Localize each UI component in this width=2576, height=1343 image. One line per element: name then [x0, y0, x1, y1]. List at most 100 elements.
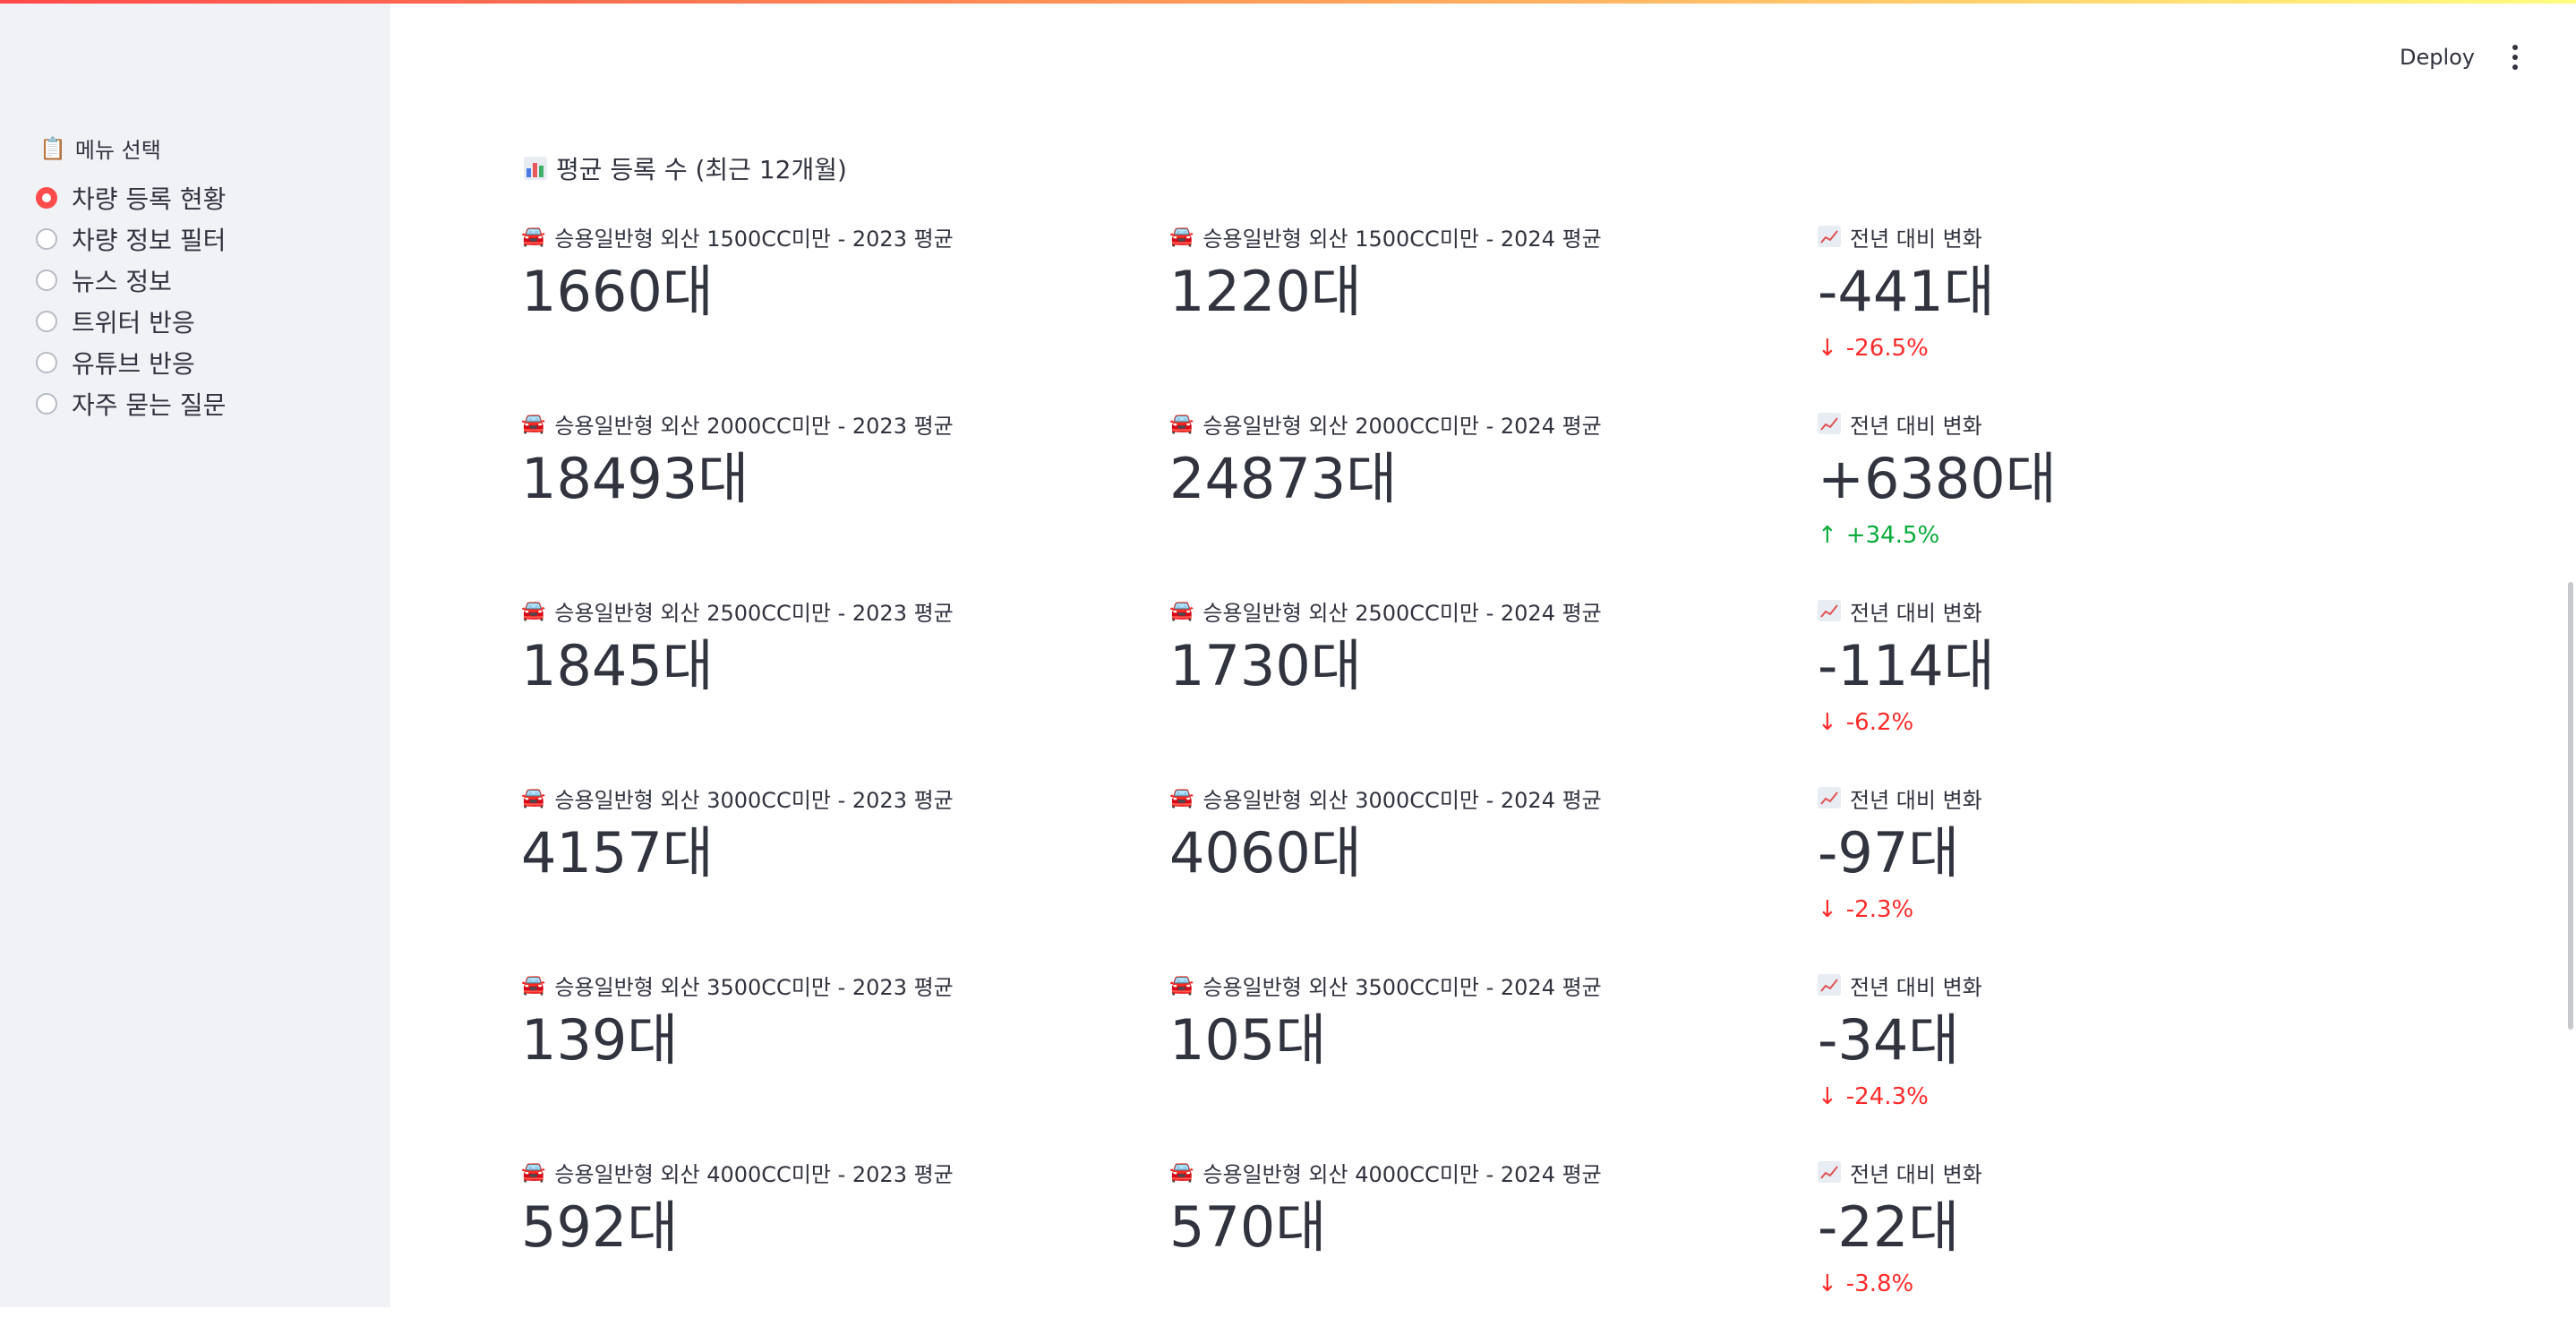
- metric-2024: 🚘 승용일반형 외산 2000CC미만 - 2024 평균 24873대: [1169, 407, 1796, 517]
- car-icon: 🚘: [521, 973, 546, 997]
- car-icon: 🚘: [521, 786, 546, 809]
- radio-button[interactable]: [36, 352, 57, 373]
- radio-label[interactable]: 차량 정보 필터: [72, 221, 226, 257]
- arrow-down-icon: ↓: [1818, 1083, 1837, 1110]
- metric-row: 🚘 승용일반형 외산 1500CC미만 - 2023 평균 1660대 🚘 승용일반…: [521, 220, 2491, 407]
- metric-value: 105대: [1169, 1007, 1327, 1073]
- bar-chart-icon: [524, 157, 547, 180]
- metric-2024: 🚘 승용일반형 외산 3000CC미만 - 2024 평균 4060대: [1169, 782, 1796, 891]
- radio-option-faq[interactable]: 자주 묻는 질문: [36, 383, 226, 424]
- radio-label[interactable]: 유튜브 반응: [72, 345, 195, 381]
- metric-label-text: 승용일반형 외산 1500CC미만 - 2024 평균: [1202, 226, 1602, 252]
- metric-label-text: 승용일반형 외산 2000CC미만 - 2023 평균: [554, 413, 954, 439]
- car-icon: 🚘: [1169, 599, 1194, 622]
- metric-label-text: 승용일반형 외산 3000CC미만 - 2023 평균: [554, 787, 954, 813]
- car-icon: 🚘: [521, 412, 546, 435]
- metric-delta: ↓ -26.5%: [1818, 335, 2444, 362]
- car-icon: 🚘: [1169, 973, 1194, 997]
- delta-text: -2.3%: [1845, 896, 1914, 923]
- metric-change: 전년 대비 변화 +6380대 ↑ +34.5%: [1818, 407, 2444, 549]
- metric-2023: 🚘 승용일반형 외산 1500CC미만 - 2023 평균 1660대: [521, 220, 1148, 329]
- metric-label-text: 승용일반형 외산 1500CC미만 - 2023 평균: [554, 226, 954, 252]
- metric-label-text: 전년 대비 변화: [1850, 974, 1982, 1000]
- metric-value: 139대: [521, 1007, 679, 1073]
- arrow-up-icon: ↑: [1818, 522, 1837, 549]
- radio-option-twitter[interactable]: 트위터 반응: [36, 301, 226, 342]
- chart-increasing-icon: [1818, 974, 1841, 996]
- metrics-grid: 🚘 승용일반형 외산 1500CC미만 - 2023 평균 1660대 🚘 승용일반…: [521, 220, 2491, 1343]
- chart-increasing-icon: [1818, 1161, 1841, 1183]
- sidebar-title-text: 메뉴 선택: [74, 138, 161, 163]
- metric-label-text: 전년 대비 변화: [1850, 413, 1982, 439]
- delta-text: -3.8%: [1845, 1270, 1914, 1297]
- metric-label-text: 승용일반형 외산 2000CC미만 - 2024 평균: [1202, 413, 1602, 439]
- metric-2024: 🚘 승용일반형 외산 3500CC미만 - 2024 평균 105대: [1169, 969, 1796, 1078]
- metric-row: 🚘 승용일반형 외산 4000CC미만 - 2023 평균 592대 🚘 승용일반형…: [521, 1156, 2491, 1343]
- clipboard-icon: 📋: [39, 135, 66, 161]
- metric-2023: 🚘 승용일반형 외산 3500CC미만 - 2023 평균 139대: [521, 969, 1148, 1078]
- menu-radio-group: 차량 등록 현황 차량 정보 필터 뉴스 정보 트위터 반응 유튜브 반응 자주…: [36, 177, 226, 424]
- metric-2024: 🚘 승용일반형 외산 2500CC미만 - 2024 평균 1730대: [1169, 595, 1796, 704]
- metric-label-text: 승용일반형 외산 3000CC미만 - 2024 평균: [1202, 787, 1602, 813]
- radio-option-filter[interactable]: 차량 정보 필터: [36, 218, 226, 260]
- main-menu-icon[interactable]: [2500, 39, 2530, 75]
- radio-label[interactable]: 뉴스 정보: [72, 262, 172, 298]
- car-icon: 🚘: [521, 1160, 546, 1184]
- metric-2024: 🚘 승용일반형 외산 4000CC미만 - 2024 평균 570대: [1169, 1156, 1796, 1265]
- metric-label-text: 전년 대비 변화: [1850, 1161, 1982, 1187]
- car-icon: 🚘: [1169, 1160, 1194, 1184]
- radio-label[interactable]: 자주 묻는 질문: [72, 386, 226, 422]
- metric-value: -34대: [1818, 1007, 1960, 1073]
- chart-increasing-icon: [1818, 600, 1841, 621]
- arrow-down-icon: ↓: [1818, 709, 1837, 736]
- metric-2023: 🚘 승용일반형 외산 4000CC미만 - 2023 평균 592대: [521, 1156, 1148, 1265]
- radio-button-checked[interactable]: [36, 187, 57, 209]
- sidebar: 📋 메뉴 선택 차량 등록 현황 차량 정보 필터 뉴스 정보 트위터 반응 유…: [0, 4, 390, 1307]
- metric-value: 1660대: [521, 259, 714, 324]
- metric-2024: 🚘 승용일반형 외산 1500CC미만 - 2024 평균 1220대: [1169, 220, 1796, 329]
- metric-value: -97대: [1818, 820, 1960, 885]
- metric-row: 🚘 승용일반형 외산 3500CC미만 - 2023 평균 139대 🚘 승용일반형…: [521, 969, 2491, 1156]
- metric-delta: ↑ +34.5%: [1818, 522, 2444, 549]
- delta-text: -24.3%: [1845, 1083, 1929, 1110]
- metric-change: 전년 대비 변화 -441대 ↓ -26.5%: [1818, 220, 2444, 362]
- car-icon: 🚘: [1169, 225, 1194, 248]
- metric-label-text: 승용일반형 외산 4000CC미만 - 2024 평균: [1202, 1161, 1602, 1187]
- chart-increasing-icon: [1818, 413, 1841, 434]
- radio-option-youtube[interactable]: 유튜브 반응: [36, 342, 226, 383]
- metric-delta: ↓ -6.2%: [1818, 709, 2444, 736]
- radio-button[interactable]: [36, 269, 57, 291]
- radio-button[interactable]: [36, 393, 57, 415]
- metric-label-text: 승용일반형 외산 2500CC미만 - 2023 평균: [554, 600, 954, 626]
- chart-increasing-icon: [1818, 787, 1841, 808]
- radio-option-registration[interactable]: 차량 등록 현황: [36, 177, 226, 218]
- metric-value: -114대: [1818, 633, 1995, 698]
- metric-delta: ↓ -24.3%: [1818, 1083, 2444, 1110]
- metric-change: 전년 대비 변화 -34대 ↓ -24.3%: [1818, 969, 2444, 1110]
- deploy-button[interactable]: Deploy: [2389, 39, 2486, 75]
- metric-value: +6380대: [1818, 446, 2057, 511]
- metric-change: 전년 대비 변화 -22대 ↓ -3.8%: [1818, 1156, 2444, 1297]
- metric-2023: 🚘 승용일반형 외산 2000CC미만 - 2023 평균 18493대: [521, 407, 1148, 517]
- car-icon: 🚘: [521, 225, 546, 248]
- metric-2023: 🚘 승용일반형 외산 2500CC미만 - 2023 평균 1845대: [521, 595, 1148, 704]
- radio-label[interactable]: 트위터 반응: [72, 304, 195, 339]
- radio-option-news[interactable]: 뉴스 정보: [36, 260, 226, 301]
- metric-label-text: 전년 대비 변화: [1850, 787, 1982, 813]
- metric-row: 🚘 승용일반형 외산 3000CC미만 - 2023 평균 4157대 🚘 승용일반…: [521, 782, 2491, 969]
- radio-label[interactable]: 차량 등록 현황: [72, 180, 226, 216]
- metric-label-text: 승용일반형 외산 2500CC미만 - 2024 평균: [1202, 600, 1602, 626]
- scrollbar-thumb[interactable]: [2568, 582, 2573, 1030]
- metric-label-text: 승용일반형 외산 3500CC미만 - 2023 평균: [554, 974, 954, 1000]
- sidebar-menu-title: 📋 메뉴 선택: [39, 133, 161, 164]
- metric-delta: ↓ -2.3%: [1818, 896, 2444, 923]
- metric-label-text: 전년 대비 변화: [1850, 226, 1982, 252]
- radio-button[interactable]: [36, 311, 57, 332]
- metric-value: 1730대: [1169, 633, 1362, 698]
- metric-value: 592대: [521, 1194, 679, 1260]
- arrow-down-icon: ↓: [1818, 1270, 1837, 1297]
- metric-value: 1220대: [1169, 259, 1362, 324]
- metric-value: 24873대: [1169, 446, 1398, 511]
- radio-button[interactable]: [36, 228, 57, 250]
- metric-value: -22대: [1818, 1194, 1960, 1260]
